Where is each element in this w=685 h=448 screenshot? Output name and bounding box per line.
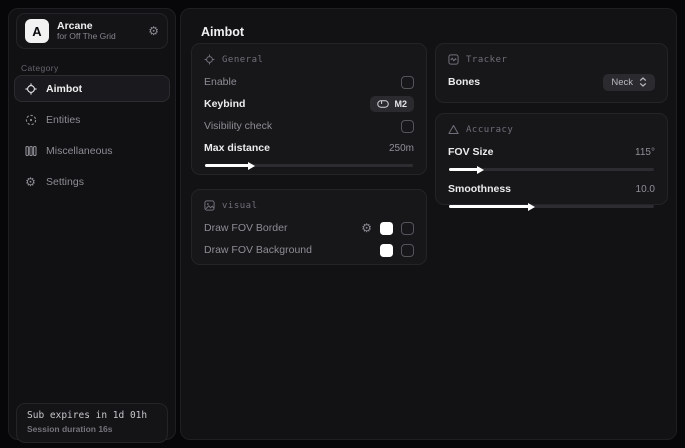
app-subtitle: for Off The Grid <box>57 32 140 42</box>
sidebar-item-label: Miscellaneous <box>46 145 113 157</box>
card-title: Tracker <box>466 55 507 65</box>
sidebar-item-aimbot[interactable]: Aimbot <box>14 75 170 102</box>
tracker-card: Tracker Bones Neck <box>435 43 668 103</box>
page-title: Aimbot <box>201 25 244 39</box>
bones-select[interactable]: Neck <box>603 74 655 91</box>
app-header-card: A Arcane for Off The Grid ⚙ <box>16 13 168 49</box>
smoothness-slider[interactable] <box>449 205 654 208</box>
fov-size-value: 115° <box>635 147 655 158</box>
sidebar: A Arcane for Off The Grid ⚙ Category Aim… <box>8 8 176 440</box>
fov-border-color-swatch[interactable] <box>380 222 393 235</box>
sidebar-item-label: Settings <box>46 176 84 188</box>
smoothness-value: 10.0 <box>636 184 655 195</box>
slider-thumb[interactable] <box>248 162 255 170</box>
sub-expiry-text: Sub expires in 1d 01h <box>27 410 157 421</box>
image-icon <box>204 200 215 211</box>
category-label: Category <box>21 63 59 73</box>
grid-icon <box>24 145 37 157</box>
card-title: Accuracy <box>466 125 513 135</box>
sidebar-item-label: Entities <box>46 114 80 126</box>
fov-size-label: FOV Size <box>448 146 494 158</box>
max-distance-value: 250m <box>389 143 414 154</box>
chevrons-up-down-icon <box>639 77 647 87</box>
crosshair-icon <box>24 83 37 95</box>
slider-thumb[interactable] <box>477 166 484 174</box>
scope-icon <box>204 54 215 65</box>
max-distance-slider[interactable] <box>205 164 413 167</box>
subscription-card: Sub expires in 1d 01h Session duration 1… <box>16 403 168 443</box>
gear-icon[interactable]: ⚙ <box>361 222 372 234</box>
smoothness-label: Smoothness <box>448 183 511 195</box>
draw-fov-background-checkbox[interactable] <box>401 244 414 257</box>
card-title: visual <box>222 201 258 211</box>
bones-label: Bones <box>448 76 480 88</box>
sidebar-item-miscellaneous[interactable]: Miscellaneous <box>14 137 170 164</box>
visibility-check-label: Visibility check <box>204 120 272 132</box>
draw-fov-border-label: Draw FOV Border <box>204 222 287 234</box>
accuracy-card: Accuracy FOV Size 115° Smoothness 10.0 <box>435 113 668 205</box>
triangle-icon <box>448 124 459 135</box>
draw-fov-background-label: Draw FOV Background <box>204 244 312 256</box>
keybind-value: M2 <box>394 99 407 109</box>
visibility-check-checkbox[interactable] <box>401 120 414 133</box>
fov-background-color-swatch[interactable] <box>380 244 393 257</box>
sidebar-nav: Aimbot Entities Miscellaneous <box>14 75 170 199</box>
session-duration-text: Session duration 16s <box>27 424 157 434</box>
keybind-button[interactable]: M2 <box>370 96 414 112</box>
radar-icon <box>448 54 459 65</box>
sidebar-item-entities[interactable]: Entities <box>14 106 170 133</box>
visual-card: visual Draw FOV Border ⚙ Draw FOV Backgr… <box>191 189 427 265</box>
app-logo: A <box>25 19 49 43</box>
draw-fov-border-checkbox[interactable] <box>401 222 414 235</box>
scan-icon <box>24 114 37 126</box>
keybind-label: Keybind <box>204 98 245 110</box>
enable-checkbox[interactable] <box>401 76 414 89</box>
bones-value: Neck <box>611 77 633 88</box>
gear-icon: ⚙ <box>24 176 37 188</box>
card-title: General <box>222 55 263 65</box>
main-panel: Aimbot General Enable Keybind <box>180 8 677 440</box>
max-distance-label: Max distance <box>204 142 270 154</box>
sidebar-item-label: Aimbot <box>46 83 82 95</box>
general-card: General Enable Keybind M2 Visibility che… <box>191 43 427 175</box>
slider-thumb[interactable] <box>528 203 535 211</box>
gear-icon[interactable]: ⚙ <box>148 25 159 37</box>
sidebar-item-settings[interactable]: ⚙ Settings <box>14 168 170 195</box>
fov-size-slider[interactable] <box>449 168 654 171</box>
enable-label: Enable <box>204 76 237 88</box>
mouse-icon <box>377 100 389 108</box>
